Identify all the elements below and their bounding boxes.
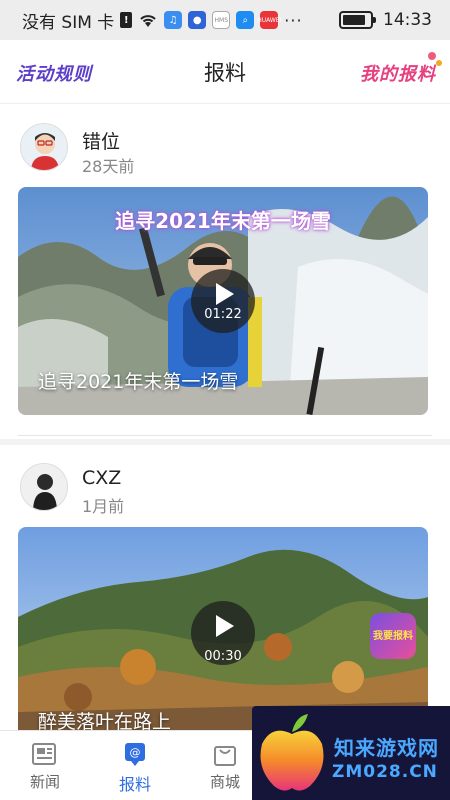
video-overlay-title: 追寻2021年末第一场雪 xyxy=(115,209,331,233)
clock: 14:33 xyxy=(383,10,432,30)
video-thumbnail[interactable]: 追寻2021年末第一场雪 01:22 追寻2021年末第一场雪 xyxy=(18,187,428,415)
decor-dot-icon xyxy=(436,60,442,66)
sim-alert-icon: ! xyxy=(120,12,133,28)
report-badge-label: 我要报料 xyxy=(373,630,413,642)
avatar[interactable] xyxy=(20,463,68,511)
post-time: 28天前 xyxy=(82,157,135,176)
wifi-icon xyxy=(138,12,158,28)
baidu-app-icon: ● xyxy=(188,11,207,29)
decor-dot-icon xyxy=(428,52,436,60)
battery-fill xyxy=(343,15,365,25)
apple-logo-icon xyxy=(260,714,324,791)
play-button[interactable] xyxy=(191,269,255,333)
tab-mall[interactable]: 商城 xyxy=(195,731,255,800)
tab-mall-label: 商城 xyxy=(209,773,240,791)
battery-icon xyxy=(339,11,376,29)
video-thumbnail[interactable]: 00:30 醉美落叶在路上 我要报料 xyxy=(18,527,428,730)
tab-report[interactable]: @ 报料 xyxy=(105,731,165,800)
video-duration: 01:22 xyxy=(204,307,242,322)
post-card: CXZ 1月前 00:30 醉美落叶在路上 我要报料 xyxy=(0,445,450,730)
tab-news[interactable]: 新闻 xyxy=(15,731,75,800)
hms-app-icon: HMS xyxy=(212,11,231,29)
watermark-line2: ZM028.CN xyxy=(332,762,438,782)
report-badge[interactable]: 我要报料 xyxy=(370,613,416,659)
header: 活动规则 报料 我的报料 xyxy=(0,40,450,104)
play-icon xyxy=(216,283,234,305)
avatar[interactable] xyxy=(20,123,68,171)
newspaper-icon xyxy=(31,741,59,767)
my-reports-button[interactable]: 我的报料 xyxy=(360,60,436,86)
carrier-label: 没有 SIM 卡 xyxy=(22,12,115,33)
video-caption: 追寻2021年末第一场雪 xyxy=(38,371,239,393)
huawei-app-icon: HUAWEI xyxy=(257,11,281,29)
status-bar: 没有 SIM 卡 ! ♫ ● HMS ⌕ HUAWEI ··· 14:33 xyxy=(0,0,450,40)
post-time: 1月前 xyxy=(82,497,125,516)
play-icon xyxy=(216,615,234,637)
page-title: 报料 xyxy=(204,60,246,85)
author-name[interactable]: 错位 xyxy=(82,127,120,154)
shopping-bag-icon xyxy=(211,741,239,767)
activity-rules-button[interactable]: 活动规则 xyxy=(16,60,92,86)
feed[interactable]: 错位 28天前 追寻2021年末第一场雪 01:22 追寻2021年末第一场雪 … xyxy=(0,105,450,730)
site-watermark: 知来游戏网 ZM028.CN xyxy=(252,706,450,800)
watermark-line1: 知来游戏网 xyxy=(334,736,439,760)
svg-text:@: @ xyxy=(130,746,141,759)
tab-news-label: 新闻 xyxy=(29,773,60,791)
video-duration: 00:30 xyxy=(204,649,242,664)
more-icon: ··· xyxy=(284,10,303,30)
status-left: 没有 SIM 卡 ! ♫ ● HMS ⌕ HUAWEI ··· xyxy=(22,8,303,33)
search-app-icon: ⌕ xyxy=(236,11,255,29)
tab-report-label: 报料 xyxy=(118,775,151,794)
divider xyxy=(18,435,432,436)
status-right: 14:33 xyxy=(339,10,432,30)
video-caption: 醉美落叶在路上 xyxy=(38,711,172,730)
post-card: 错位 28天前 追寻2021年末第一场雪 01:22 追寻2021年末第一场雪 xyxy=(0,105,450,435)
author-name[interactable]: CXZ xyxy=(82,467,121,489)
report-icon: @ xyxy=(121,741,149,767)
music-app-icon: ♫ xyxy=(164,11,183,29)
